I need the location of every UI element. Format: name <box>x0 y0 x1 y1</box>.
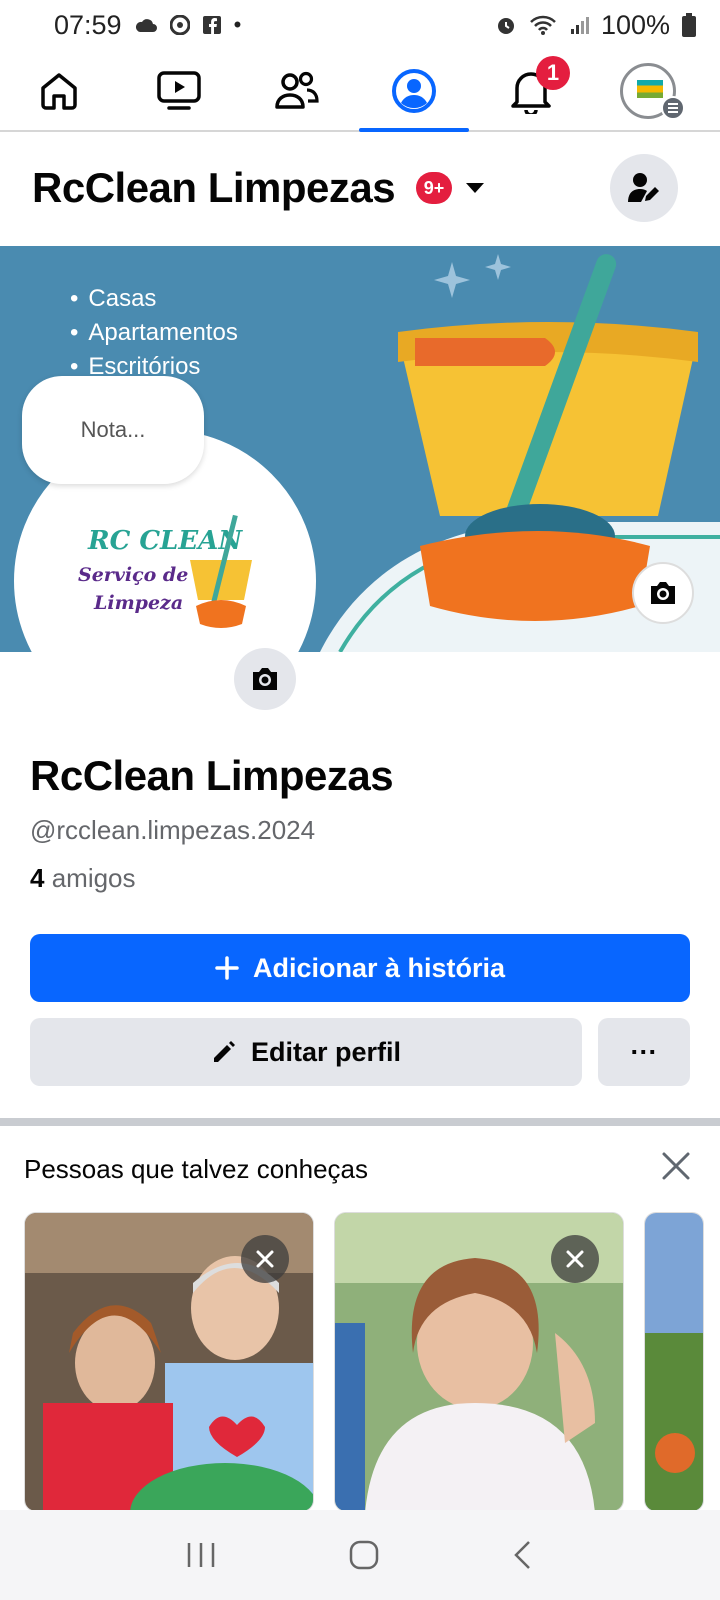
status-bar: 07:59 • 100% <box>0 0 720 50</box>
logo-line3: Limpeza <box>94 592 184 614</box>
profile-header: RcClean Limpezas 9+ <box>0 134 720 246</box>
suggestion-card[interactable] <box>24 1212 314 1512</box>
status-time: 07:59 <box>54 9 122 40</box>
active-tab-indicator <box>359 128 469 132</box>
video-icon <box>157 71 201 110</box>
plus-icon <box>215 956 239 980</box>
friends-label: amigos <box>51 863 136 893</box>
home-button-icon[interactable] <box>348 1539 380 1571</box>
profile-handle: @rcclean.limpezas.2024 <box>30 815 316 845</box>
person-edit-icon <box>628 173 659 202</box>
section-divider <box>0 1118 720 1126</box>
dismiss-suggestion-button[interactable] <box>551 1235 599 1283</box>
facebook-icon <box>202 16 221 34</box>
note-placeholder: Nota... <box>80 417 146 442</box>
camera-icon <box>651 582 675 604</box>
pencil-icon <box>213 1041 235 1062</box>
suggestion-card[interactable] <box>644 1212 704 1512</box>
more-options-label: ··· <box>630 1036 658 1067</box>
back-icon[interactable] <box>511 1539 535 1571</box>
tab-friends[interactable] <box>242 52 352 130</box>
switch-profile-button[interactable] <box>610 154 678 222</box>
profile-icon <box>392 69 436 113</box>
add-to-story-button[interactable]: Adicionar à história <box>30 934 690 1002</box>
alarm-icon <box>497 18 514 34</box>
tab-home[interactable] <box>4 52 114 130</box>
signal-icon <box>570 17 589 34</box>
add-to-story-label: Adicionar à história <box>252 952 506 983</box>
system-nav-bar <box>0 1510 720 1600</box>
wifi-icon <box>530 15 556 35</box>
tab-menu[interactable] <box>593 52 703 130</box>
home-icon <box>41 73 77 110</box>
chrome-icon <box>169 15 190 35</box>
friends-count[interactable]: 4 amigos <box>30 863 136 894</box>
edit-profile-label: Editar perfil <box>250 1036 402 1067</box>
cloud-icon <box>135 19 157 32</box>
chevron-down-icon[interactable] <box>464 180 486 196</box>
pymk-title: Pessoas que talvez conheças <box>24 1154 368 1184</box>
friends-icon <box>275 71 319 109</box>
top-nav-bar: 1 <box>0 52 720 132</box>
notifications-badge: 1 <box>536 56 570 90</box>
tab-video[interactable] <box>124 52 234 130</box>
tab-notifications[interactable]: 1 <box>476 52 586 130</box>
accounts-badge: 9+ <box>416 172 452 204</box>
logo-line2: Serviço de <box>78 564 189 586</box>
dot-icon: • <box>233 12 242 37</box>
more-options-button[interactable]: ··· <box>598 1018 690 1086</box>
battery-level: 100% <box>600 9 670 40</box>
suggestion-photo <box>645 1213 703 1511</box>
cover-camera-button[interactable] <box>632 562 694 624</box>
recent-apps-icon[interactable] <box>185 1540 217 1570</box>
close-icon[interactable] <box>660 1150 692 1182</box>
close-icon <box>256 1250 274 1268</box>
dismiss-suggestion-button[interactable] <box>241 1235 289 1283</box>
bucket-mop-icon <box>190 514 252 628</box>
page-title[interactable]: RcClean Limpezas <box>32 164 396 212</box>
note-bubble[interactable]: Nota... <box>22 376 204 484</box>
battery-icon <box>682 13 696 37</box>
camera-icon <box>253 668 277 690</box>
edit-profile-button[interactable]: Editar perfil <box>30 1018 582 1086</box>
friends-number: 4 <box>30 863 45 893</box>
menu-icon <box>661 96 685 120</box>
suggestion-card[interactable] <box>334 1212 624 1512</box>
tab-profile[interactable] <box>359 52 469 132</box>
profile-name: RcClean Limpezas <box>30 752 394 799</box>
close-icon <box>566 1250 584 1268</box>
profile-camera-button[interactable] <box>234 648 296 710</box>
